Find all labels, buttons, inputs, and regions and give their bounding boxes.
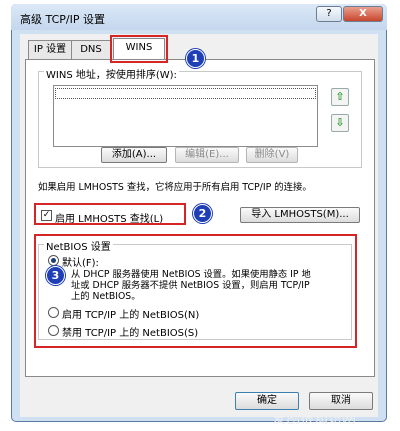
annotation-badge-3: 3 xyxy=(46,266,65,285)
help-button[interactable]: ? xyxy=(316,6,342,22)
wins-list-label: WINS 地址，按使用排序(W): xyxy=(44,66,179,81)
close-button[interactable]: X xyxy=(343,6,383,22)
edit-button[interactable]: 编辑(E)... xyxy=(175,147,239,163)
remove-button[interactable]: 删除(V) xyxy=(246,147,298,163)
watermark: 爱刨根知识网 xyxy=(272,411,356,427)
window-title: 高级 TCP/IP 设置 xyxy=(20,13,105,26)
tab-ip-settings[interactable]: IP 设置 xyxy=(28,40,72,60)
annotation-box-lmhosts xyxy=(34,203,186,225)
annotation-box-netbios xyxy=(34,234,357,348)
annotation-badge-1: 1 xyxy=(186,49,205,68)
annotation-box-wins-tab xyxy=(110,35,168,63)
arrow-down-icon: ⇩ xyxy=(335,116,345,129)
list-item[interactable] xyxy=(55,88,316,99)
add-button[interactable]: 添加(A)... xyxy=(101,147,167,163)
arrow-up-icon: ⇧ xyxy=(335,90,345,103)
import-lmhosts-button[interactable]: 导入 LMHOSTS(M)... xyxy=(240,207,360,223)
lmhosts-description: 如果启用 LMHOSTS 查找，它将应用于所有启用 TCP/IP 的连接。 xyxy=(38,182,312,193)
move-up-button[interactable]: ⇧ xyxy=(331,88,349,106)
annotation-badge-2: 2 xyxy=(193,204,212,223)
tab-dns[interactable]: DNS xyxy=(71,40,111,60)
move-down-button[interactable]: ⇩ xyxy=(331,114,349,132)
